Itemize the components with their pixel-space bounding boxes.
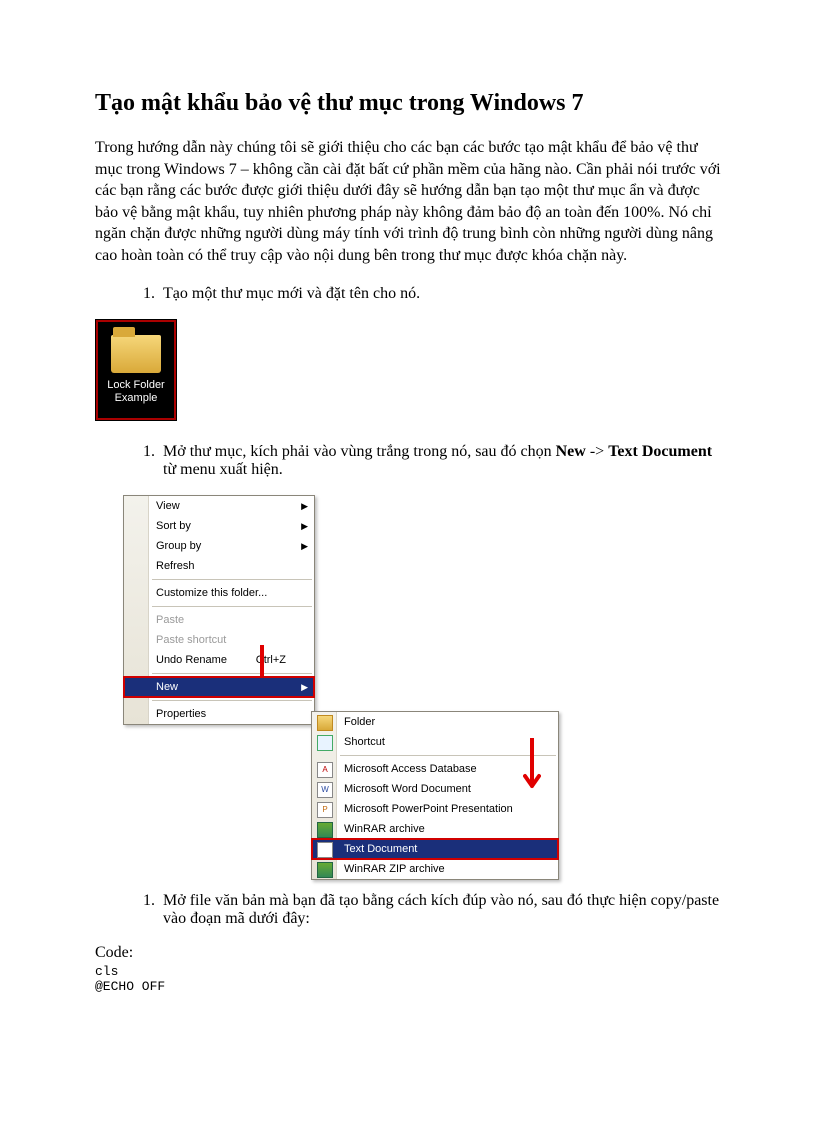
menu-item-paste-shortcut: Paste shortcut bbox=[124, 630, 314, 650]
intro-paragraph: Trong hướng dẫn này chúng tôi sẽ giới th… bbox=[95, 137, 721, 267]
menu-item-customize-folder[interactable]: Customize this folder... bbox=[124, 583, 314, 603]
text-document-icon bbox=[317, 842, 333, 858]
submenu-item-word-doc[interactable]: W Microsoft Word Document bbox=[312, 779, 558, 799]
step-2: Mở thư mục, kích phải vào vùng trắng tro… bbox=[159, 443, 721, 479]
submenu-item-powerpoint[interactable]: P Microsoft PowerPoint Presentation bbox=[312, 799, 558, 819]
menu-item-refresh[interactable]: Refresh bbox=[124, 556, 314, 576]
context-menu-main: View▶ Sort by▶ Group by▶ Refresh Customi… bbox=[123, 495, 315, 725]
menu-item-sort-by[interactable]: Sort by▶ bbox=[124, 516, 314, 536]
powerpoint-icon: P bbox=[317, 802, 333, 818]
submenu-item-winrar-zip[interactable]: WinRAR ZIP archive bbox=[312, 859, 558, 879]
access-icon: A bbox=[317, 762, 333, 778]
winrar-icon bbox=[317, 822, 333, 838]
submenu-item-folder[interactable]: Folder bbox=[312, 712, 558, 732]
submenu-item-text-document[interactable]: Text Document bbox=[312, 839, 558, 859]
menu-item-paste: Paste bbox=[124, 610, 314, 630]
submenu-item-shortcut[interactable]: Shortcut bbox=[312, 732, 558, 752]
winrar-zip-icon bbox=[317, 862, 333, 878]
folder-icon bbox=[317, 715, 333, 731]
submenu-item-winrar[interactable]: WinRAR archive bbox=[312, 819, 558, 839]
step-3: Mở file văn bản mà bạn đã tạo bằng cách … bbox=[159, 892, 721, 928]
word-icon: W bbox=[317, 782, 333, 798]
folder-icon bbox=[111, 335, 161, 373]
folder-example-figure: Lock Folder Example bbox=[95, 319, 177, 421]
menu-item-view[interactable]: View▶ bbox=[124, 496, 314, 516]
context-menu-new-submenu: Folder Shortcut A Microsoft Access Datab… bbox=[311, 711, 559, 880]
page-title: Tạo mật khẩu bảo vệ thư mục trong Window… bbox=[95, 90, 721, 117]
context-menu-figure: View▶ Sort by▶ Group by▶ Refresh Customi… bbox=[123, 495, 563, 870]
submenu-item-access-db[interactable]: A Microsoft Access Database bbox=[312, 759, 558, 779]
menu-item-undo-rename[interactable]: Undo Rename Ctrl+Z bbox=[124, 650, 314, 670]
code-label: Code: bbox=[95, 944, 721, 962]
menu-item-new[interactable]: New▶ bbox=[124, 677, 314, 697]
folder-caption: Lock Folder Example bbox=[107, 379, 164, 404]
code-block: cls @ECHO OFF bbox=[95, 964, 721, 994]
shortcut-icon bbox=[317, 735, 333, 751]
menu-item-properties[interactable]: Properties bbox=[124, 704, 314, 724]
menu-item-group-by[interactable]: Group by▶ bbox=[124, 536, 314, 556]
step-1: Tạo một thư mục mới và đặt tên cho nó. bbox=[159, 285, 721, 303]
